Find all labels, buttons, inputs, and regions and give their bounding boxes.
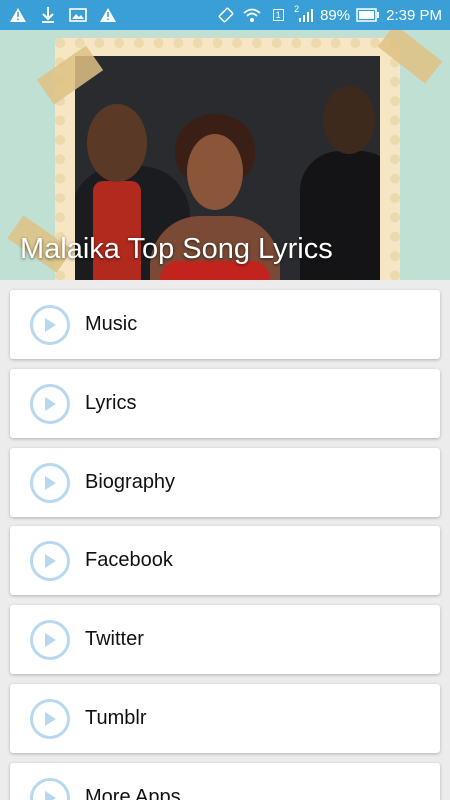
play-icon <box>30 540 70 581</box>
play-icon <box>30 619 70 660</box>
download-icon <box>38 6 58 24</box>
status-right: 1 2 89% 2:39 PM <box>216 4 442 24</box>
page-title: Malaika Top Song Lyrics <box>20 233 333 265</box>
status-left <box>8 6 118 24</box>
menu-item-facebook[interactable]: Facebook <box>10 526 440 595</box>
play-icon <box>30 777 70 800</box>
wifi-icon <box>242 6 262 24</box>
menu-item-label: Music <box>85 313 138 335</box>
status-bar: 1 2 89% 2:39 PM <box>0 0 450 30</box>
warning-icon <box>8 6 28 24</box>
menu-item-label: Tumblr <box>85 707 147 729</box>
menu-item-label: Facebook <box>85 549 173 571</box>
menu-item-more-apps[interactable]: More Apps <box>10 763 440 800</box>
image-icon <box>68 6 88 24</box>
menu-item-lyrics[interactable]: Lyrics <box>10 369 440 438</box>
header-banner: Malaika Top Song Lyrics <box>0 30 450 280</box>
person-center-head <box>187 134 243 210</box>
menu-item-tumblr[interactable]: Tumblr <box>10 684 440 753</box>
menu-item-twitter[interactable]: Twitter <box>10 605 440 674</box>
menu-item-label: Lyrics <box>85 392 137 414</box>
vibrate-icon <box>216 6 236 24</box>
clock: 2:39 PM <box>386 6 442 24</box>
play-icon <box>30 304 70 345</box>
menu-item-biography[interactable]: Biography <box>10 448 440 517</box>
battery-icon <box>356 6 380 24</box>
menu-item-label: Twitter <box>85 628 144 650</box>
play-icon <box>30 462 70 503</box>
person-right-head <box>323 86 375 154</box>
person-left-head <box>87 104 147 182</box>
sim-label: 1 <box>272 9 284 21</box>
signal-icon: 2 <box>294 4 314 24</box>
warning-icon <box>98 6 118 24</box>
menu-item-music[interactable]: Music <box>10 290 440 359</box>
menu-item-label: Biography <box>85 471 176 493</box>
battery-percent: 89% <box>320 6 351 24</box>
play-icon <box>30 698 70 739</box>
sim-icon: 1 <box>268 6 288 24</box>
play-icon <box>30 383 70 424</box>
signal-label: 2 <box>294 4 300 14</box>
menu-item-label: More Apps <box>85 786 181 800</box>
